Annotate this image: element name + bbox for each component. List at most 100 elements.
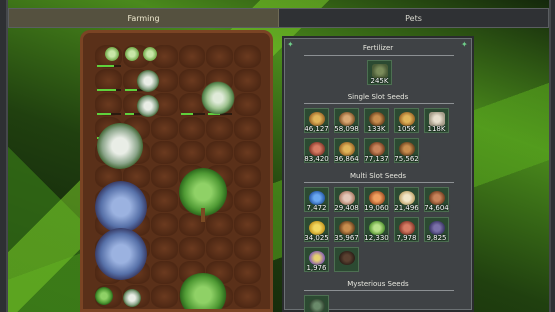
seed-count: 7,472: [306, 204, 327, 212]
seed-slot[interactable]: 29,408: [334, 187, 359, 212]
seed-slot[interactable]: 34,025: [304, 217, 329, 242]
farm-plot[interactable]: [150, 261, 178, 284]
farm-plot[interactable]: [178, 237, 206, 260]
farm-field: [80, 30, 273, 312]
farm-plot[interactable]: [150, 237, 178, 260]
farm-plot[interactable]: [150, 213, 178, 236]
farm-plot[interactable]: [95, 69, 122, 92]
spike-seed-icon: [399, 191, 415, 205]
large-claw-plant[interactable]: [97, 123, 143, 169]
farm-plot[interactable]: [234, 165, 261, 188]
seed-count: 12,330: [364, 234, 389, 242]
seed-slot[interactable]: 1,976: [304, 247, 329, 272]
farm-plot[interactable]: [234, 45, 261, 68]
tab-pets[interactable]: Pets: [279, 9, 548, 27]
claw-plant[interactable]: [137, 95, 159, 117]
shell-seed-icon: [339, 142, 355, 156]
seed-slot[interactable]: 21,496: [394, 187, 419, 212]
sprout-plant[interactable]: [105, 47, 119, 61]
farm-plot[interactable]: [234, 237, 261, 260]
farm-plot[interactable]: [234, 93, 261, 116]
seed-slot[interactable]: 12,330: [364, 217, 389, 242]
blue-vine-plant[interactable]: [95, 181, 147, 233]
seed-slot[interactable]: 58,098: [334, 108, 359, 133]
flower-seed-icon: [309, 251, 325, 265]
seed-count: 105K: [397, 125, 416, 133]
divider: [304, 290, 454, 291]
green-seed-icon: [369, 221, 385, 235]
window-frame-right: [549, 0, 555, 312]
farm-plot[interactable]: [178, 45, 206, 68]
seed-slot[interactable]: [304, 295, 329, 312]
seed-count: 133K: [367, 125, 386, 133]
nut-seed-icon: [339, 221, 355, 235]
farm-plot[interactable]: [206, 213, 234, 236]
farm-plot[interactable]: [150, 165, 178, 188]
bean-seed-icon: [339, 112, 355, 126]
farm-plot[interactable]: [150, 117, 178, 140]
sprout-plant[interactable]: [125, 47, 139, 61]
blue-vine-plant[interactable]: [95, 228, 147, 280]
seed-count: 118K: [427, 125, 446, 133]
farm-plot[interactable]: [206, 117, 234, 140]
farm-plot[interactable]: [234, 141, 261, 164]
farm-plot[interactable]: [234, 69, 261, 92]
tree-plant[interactable]: [179, 273, 227, 309]
claw-plant[interactable]: [137, 70, 159, 92]
seed-count: 21,496: [394, 204, 419, 212]
blue-seed-icon: [309, 191, 325, 205]
farm-plot[interactable]: [234, 261, 261, 284]
small-plant[interactable]: [123, 289, 141, 307]
farm-plot[interactable]: [234, 285, 261, 308]
farm-plot[interactable]: [178, 117, 206, 140]
seed-slot[interactable]: 133K: [364, 108, 389, 133]
seed-slot[interactable]: 105K: [394, 108, 419, 133]
farm-plot[interactable]: [95, 93, 122, 116]
fertilizer-slot[interactable]: 245K: [367, 60, 392, 85]
seed-count: 34,025: [304, 234, 329, 242]
seed-count: 74,604: [424, 204, 449, 212]
brown-seed-icon: [369, 142, 385, 156]
seed-slot[interactable]: 9,825: [424, 217, 449, 242]
divider: [304, 55, 454, 56]
seed-slot[interactable]: 77,137: [364, 138, 389, 163]
tab-farming[interactable]: Farming: [9, 9, 279, 27]
seed-slot[interactable]: 118K: [424, 108, 449, 133]
farm-plot[interactable]: [234, 213, 261, 236]
farm-plot[interactable]: [150, 285, 178, 308]
mysterious-seed-icon: [309, 299, 325, 312]
seed-slot[interactable]: 46,127: [304, 108, 329, 133]
farm-plot[interactable]: [206, 237, 234, 260]
farm-plot[interactable]: [150, 189, 178, 212]
seed-count: 75,562: [394, 155, 419, 163]
farm-plot[interactable]: [150, 141, 178, 164]
small-plant[interactable]: [95, 287, 113, 305]
red-seed-icon: [399, 221, 415, 235]
seed-slot[interactable]: 75,562: [394, 138, 419, 163]
farm-plot[interactable]: [206, 45, 234, 68]
growth-progress-bar: [180, 113, 205, 115]
seed-count: 9,825: [426, 234, 447, 242]
seed-slot[interactable]: [334, 247, 359, 272]
farm-plot[interactable]: [178, 141, 206, 164]
shell-seed-icon: [309, 112, 325, 126]
farm-plot[interactable]: [234, 117, 261, 140]
seed-slot[interactable]: 19,060: [364, 187, 389, 212]
divider: [304, 182, 454, 183]
farm-plot[interactable]: [178, 69, 206, 92]
sprout-plant[interactable]: [143, 47, 157, 61]
seed-slot[interactable]: 35,967: [334, 217, 359, 242]
growth-progress-bar: [97, 65, 121, 67]
farm-plot[interactable]: [206, 141, 234, 164]
spiky-plant[interactable]: [201, 81, 235, 115]
seed-slot[interactable]: 74,604: [424, 187, 449, 212]
multi-slot-seeds-title: Multi Slot Seeds: [349, 172, 407, 180]
seed-count: 7,978: [396, 234, 417, 242]
seed-slot[interactable]: 83,420: [304, 138, 329, 163]
seed-slot[interactable]: 36,864: [334, 138, 359, 163]
red-seed-icon: [309, 142, 325, 156]
seed-count: 46,127: [304, 125, 329, 133]
farm-plot[interactable]: [234, 189, 261, 212]
seed-slot[interactable]: 7,472: [304, 187, 329, 212]
seed-slot[interactable]: 7,978: [394, 217, 419, 242]
